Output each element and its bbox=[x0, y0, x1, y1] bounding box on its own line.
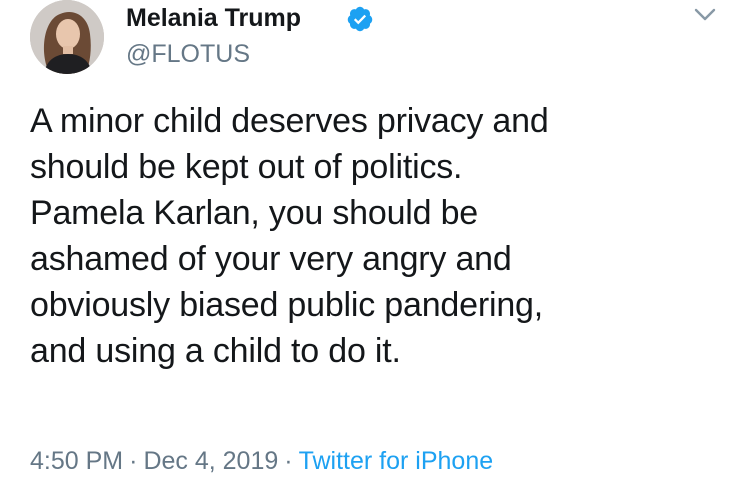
tweet-text-line: should be kept out of politics. bbox=[30, 148, 463, 186]
author-display-name[interactable]: Melania Trump bbox=[126, 4, 301, 33]
meta-separator: · bbox=[284, 447, 293, 475]
verified-badge-icon bbox=[347, 6, 373, 32]
tweet-text-line: ashamed of your very angry and bbox=[30, 240, 512, 278]
tweet-card: Melania Trump @FLOTUS A minor child dese… bbox=[0, 0, 748, 480]
tweet-time[interactable]: 4:50 PM bbox=[30, 447, 123, 475]
avatar[interactable] bbox=[30, 0, 104, 74]
tweet-text: A minor child deserves privacy and shoul… bbox=[30, 98, 730, 374]
chevron-down-icon[interactable] bbox=[693, 6, 717, 24]
tweet-text-line: A minor child deserves privacy and bbox=[30, 102, 549, 140]
tweet-text-line: and using a child to do it. bbox=[30, 332, 401, 370]
tweet-text-line: obviously biased public pandering, bbox=[30, 286, 543, 324]
tweet-date[interactable]: Dec 4, 2019 bbox=[143, 447, 278, 475]
tweet-metadata: 4:50 PM · Dec 4, 2019 · Twitter for iPhone bbox=[30, 447, 493, 476]
author-handle[interactable]: @FLOTUS bbox=[126, 40, 250, 69]
tweet-source-link[interactable]: Twitter for iPhone bbox=[299, 447, 494, 475]
meta-separator: · bbox=[129, 447, 138, 475]
tweet-text-line: Pamela Karlan, you should be bbox=[30, 194, 479, 232]
